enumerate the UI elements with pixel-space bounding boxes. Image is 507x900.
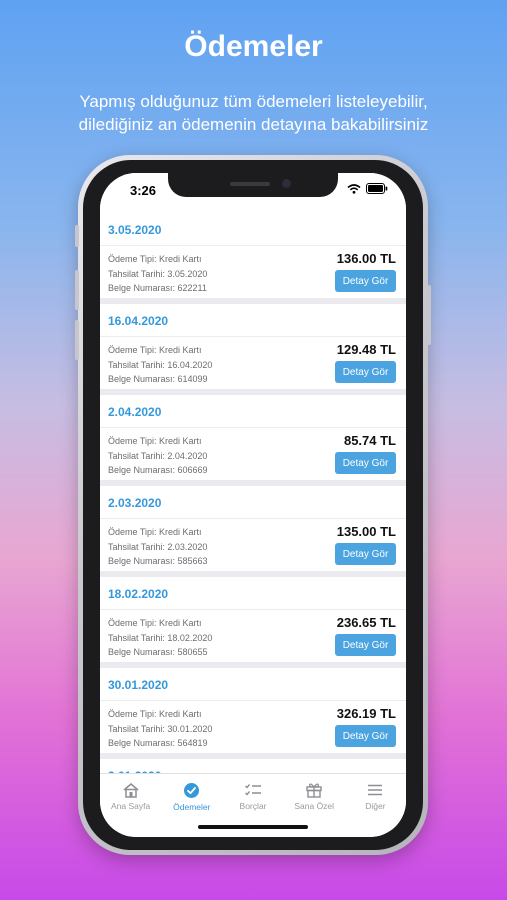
tab-home[interactable]: Ana Sayfa (100, 774, 161, 837)
phone-screen: 3:26 3.05.2020 Ödeme Tipi: Kredi Kartı T… (100, 173, 406, 837)
payment-card: 16.04.2020 Ödeme Tipi: Kredi Kartı Tahsi… (100, 304, 406, 389)
verified-badge-icon (184, 783, 200, 798)
payment-info: Ödeme Tipi: Kredi Kartı Tahsilat Tarihi:… (108, 252, 207, 296)
payment-card: 2.01.2020 (100, 759, 406, 773)
phone-frame: 3:26 3.05.2020 Ödeme Tipi: Kredi Kartı T… (75, 155, 431, 855)
power-button (427, 285, 431, 345)
tab-label-home: Ana Sayfa (110, 801, 151, 811)
collection-date: Tahsilat Tarihi: 3.05.2020 (108, 268, 208, 279)
payment-info: Ödeme Tipi: Kredi Kartı Tahsilat Tarihi:… (108, 707, 212, 751)
payment-amount: 326.19 TL (336, 706, 396, 721)
payment-type: Ödeme Tipi: Kredi Kartı (108, 527, 202, 537)
document-number: Belge Numarası: 606669 (108, 465, 208, 475)
wifi-icon (347, 183, 361, 194)
detail-button[interactable]: Detay Gör (335, 270, 396, 292)
payment-card: 2.04.2020 Ödeme Tipi: Kredi Kartı Tahsil… (100, 395, 406, 480)
payment-date: 18.02.2020 (100, 577, 406, 610)
payment-card: 3.05.2020 Ödeme Tipi: Kredi Kartı Tahsil… (100, 213, 406, 298)
document-number: Belge Numarası: 622211 (108, 283, 207, 293)
speaker (230, 182, 270, 186)
collection-date: Tahsilat Tarihi: 30.01.2020 (108, 723, 213, 734)
volume-up-button (75, 270, 79, 310)
status-icons (347, 183, 388, 194)
payment-date: 30.01.2020 (100, 668, 406, 701)
payment-amount: 135.00 TL (336, 524, 396, 539)
detail-button[interactable]: Detay Gör (335, 543, 396, 565)
volume-down-button (75, 320, 79, 360)
payment-body: Ödeme Tipi: Kredi Kartı Tahsilat Tarihi:… (100, 428, 406, 480)
payment-type: Ödeme Tipi: Kredi Kartı (108, 254, 202, 264)
tab-label-other: Diğer (365, 801, 386, 811)
payment-amount: 136.00 TL (336, 251, 396, 266)
payment-body: Ödeme Tipi: Kredi Kartı Tahsilat Tarihi:… (100, 246, 406, 298)
mute-switch (75, 225, 79, 247)
payment-date: 16.04.2020 (100, 304, 406, 337)
payment-date: 2.03.2020 (100, 486, 406, 519)
payment-card: 30.01.2020 Ödeme Tipi: Kredi Kartı Tahsi… (100, 668, 406, 753)
payment-body: Ödeme Tipi: Kredi Kartı Tahsilat Tarihi:… (100, 337, 406, 389)
payment-info: Ödeme Tipi: Kredi Kartı Tahsilat Tarihi:… (108, 525, 208, 569)
payment-type: Ödeme Tipi: Kredi Kartı (108, 345, 202, 355)
collection-date: Tahsilat Tarihi: 2.03.2020 (108, 541, 208, 552)
status-time: 3:26 (130, 183, 157, 198)
payment-date: 2.01.2020 (100, 759, 406, 773)
payment-type: Ödeme Tipi: Kredi Kartı (108, 436, 202, 446)
detail-button[interactable]: Detay Gör (335, 634, 396, 656)
collection-date: Tahsilat Tarihi: 16.04.2020 (108, 359, 213, 370)
collection-date: Tahsilat Tarihi: 18.02.2020 (108, 632, 213, 643)
camera (282, 179, 291, 188)
payment-card: 18.02.2020 Ödeme Tipi: Kredi Kartı Tahsi… (100, 577, 406, 662)
notch (168, 173, 338, 197)
payment-date: 3.05.2020 (100, 213, 406, 246)
payment-info: Ödeme Tipi: Kredi Kartı Tahsilat Tarihi:… (108, 434, 208, 478)
menu-icon (368, 784, 383, 796)
document-number: Belge Numarası: 564819 (108, 738, 208, 748)
payment-card: 2.03.2020 Ödeme Tipi: Kredi Kartı Tahsil… (100, 486, 406, 571)
promo-subtitle: Yapmış olduğunuz tüm ödemeleri listeleye… (78, 92, 429, 134)
payment-type: Ödeme Tipi: Kredi Kartı (108, 618, 202, 628)
payment-amount: 85.74 TL (343, 433, 396, 448)
home-icon (123, 782, 139, 798)
payment-amount: 236.65 TL (336, 615, 396, 630)
home-indicator (198, 825, 308, 829)
tab-other[interactable]: Diğer (345, 774, 406, 837)
document-number: Belge Numarası: 580655 (108, 647, 208, 657)
tab-label-debts: Borçlar (239, 801, 267, 811)
payment-date: 2.04.2020 (100, 395, 406, 428)
gift-icon (306, 783, 322, 798)
payment-type: Ödeme Tipi: Kredi Kartı (108, 709, 202, 719)
document-number: Belge Numarası: 585663 (108, 556, 208, 566)
status-bar: 3:26 (100, 173, 406, 213)
detail-button[interactable]: Detay Gör (335, 361, 396, 383)
payment-info: Ödeme Tipi: Kredi Kartı Tahsilat Tarihi:… (108, 616, 212, 660)
payment-amount: 129.48 TL (336, 342, 396, 357)
payments-list[interactable]: 3.05.2020 Ödeme Tipi: Kredi Kartı Tahsil… (100, 213, 406, 773)
collection-date: Tahsilat Tarihi: 2.04.2020 (108, 450, 208, 461)
checklist-icon (245, 784, 261, 796)
document-number: Belge Numarası: 614099 (108, 374, 208, 384)
payment-body: Ödeme Tipi: Kredi Kartı Tahsilat Tarihi:… (100, 701, 406, 753)
detail-button[interactable]: Detay Gör (335, 725, 396, 747)
tab-label-for-you: Sana Özel (294, 801, 335, 811)
promo-title: Ödemeler (184, 30, 323, 63)
battery-icon (366, 183, 388, 194)
payment-info: Ödeme Tipi: Kredi Kartı Tahsilat Tarihi:… (108, 343, 212, 387)
payment-body: Ödeme Tipi: Kredi Kartı Tahsilat Tarihi:… (100, 519, 406, 571)
payment-body: Ödeme Tipi: Kredi Kartı Tahsilat Tarihi:… (100, 610, 406, 662)
tab-label-payments: Ödemeler (173, 802, 211, 812)
detail-button[interactable]: Detay Gör (335, 452, 396, 474)
